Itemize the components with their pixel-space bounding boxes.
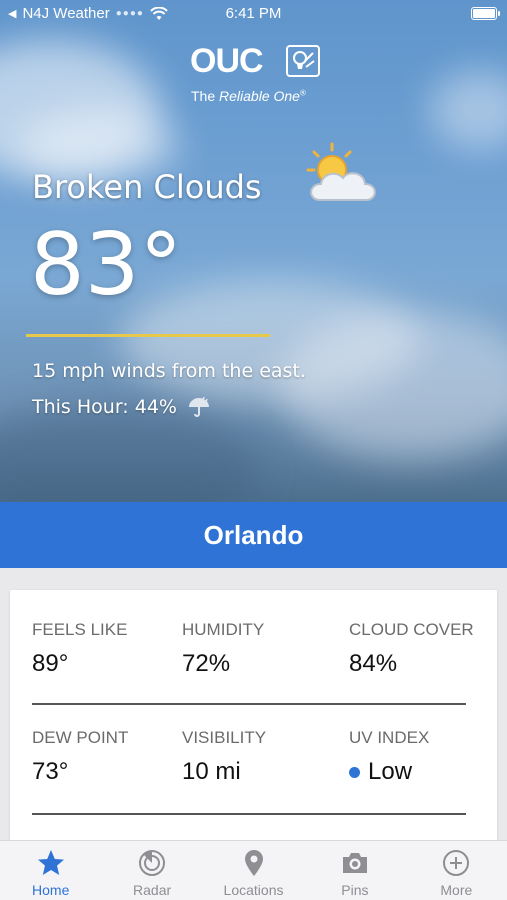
tab-home[interactable]: Home bbox=[0, 841, 101, 900]
detail-value: 73° bbox=[32, 758, 69, 785]
location-pin-icon bbox=[244, 850, 263, 876]
tagline-prefix: The bbox=[191, 88, 220, 104]
tab-pins[interactable]: Pins bbox=[304, 841, 405, 900]
camera-icon bbox=[342, 853, 367, 873]
tab-radar[interactable]: Radar bbox=[101, 841, 202, 900]
ouc-logo: OUC The Reliable One® bbox=[188, 42, 328, 108]
weather-details-card: FEELS LIKE 89° HUMIDITY 72% CLOUD COVER … bbox=[10, 590, 497, 850]
tab-label: Locations bbox=[223, 882, 284, 898]
tab-locations[interactable]: Locations bbox=[203, 841, 304, 900]
lightbulb-icon bbox=[286, 45, 320, 77]
row-divider bbox=[32, 703, 466, 705]
uv-level-text: Low bbox=[368, 758, 413, 785]
partly-cloudy-icon bbox=[306, 142, 376, 201]
tab-more[interactable]: More bbox=[406, 841, 507, 900]
detail-value: 84% bbox=[349, 650, 398, 677]
battery-icon bbox=[471, 7, 500, 20]
detail-feels-like: FEELS LIKE 89° bbox=[32, 620, 127, 678]
detail-label: DEW POINT bbox=[32, 728, 129, 747]
detail-value: Low bbox=[349, 758, 429, 786]
detail-value: 89° bbox=[32, 650, 69, 677]
weather-hero: ◀ N4J Weather ●●●● 6:41 PM OUC The Relia… bbox=[0, 0, 507, 502]
detail-value: 10 mi bbox=[182, 758, 241, 785]
status-time: 6:41 PM bbox=[225, 5, 282, 22]
detail-label: UV INDEX bbox=[349, 728, 430, 747]
detail-label: VISIBILITY bbox=[182, 728, 267, 747]
wind-summary: 15 mph winds from the east. bbox=[32, 360, 306, 382]
tagline-mark: ® bbox=[299, 88, 306, 98]
tab-label: Pins bbox=[341, 882, 369, 898]
detail-value: 72% bbox=[182, 650, 231, 677]
plus-circle-icon bbox=[443, 850, 470, 876]
row-divider bbox=[32, 813, 466, 815]
tab-label: Radar bbox=[133, 882, 172, 898]
detail-label: FEELS LIKE bbox=[32, 620, 128, 639]
temperature-underline bbox=[26, 334, 270, 337]
detail-dew-point: DEW POINT 73° bbox=[32, 728, 128, 786]
status-bar: ◀ N4J Weather ●●●● 6:41 PM bbox=[0, 0, 507, 28]
detail-humidity: HUMIDITY 72% bbox=[182, 620, 264, 678]
detail-visibility: VISIBILITY 10 mi bbox=[182, 728, 266, 786]
current-temperature: 83° bbox=[30, 215, 183, 315]
logo-tagline: The Reliable One® bbox=[191, 88, 306, 104]
tagline-emphasis: Reliable One bbox=[219, 88, 300, 104]
weather-condition: Broken Clouds bbox=[32, 168, 262, 206]
radar-icon bbox=[139, 850, 166, 876]
umbrella-rain-icon bbox=[188, 396, 209, 417]
sky-cloud bbox=[430, 70, 507, 150]
this-hour-text: This Hour: 44% bbox=[32, 396, 177, 418]
tab-label: More bbox=[440, 882, 473, 898]
detail-uv-index: UV INDEX Low bbox=[349, 728, 429, 786]
star-icon bbox=[37, 850, 64, 875]
city-name-bar[interactable]: Orlando bbox=[0, 502, 507, 568]
tab-label: Home bbox=[32, 882, 70, 898]
logo-wordmark: OUC bbox=[190, 42, 264, 80]
detail-label: CLOUD COVER bbox=[349, 620, 474, 639]
hourly-precip: This Hour: 44% bbox=[32, 395, 211, 419]
detail-cloud-cover: CLOUD COVER 84% bbox=[349, 620, 474, 678]
detail-label: HUMIDITY bbox=[182, 620, 265, 639]
uv-level-dot bbox=[349, 766, 360, 778]
bottom-tab-bar: Home Radar Locations Pins More bbox=[0, 840, 507, 900]
